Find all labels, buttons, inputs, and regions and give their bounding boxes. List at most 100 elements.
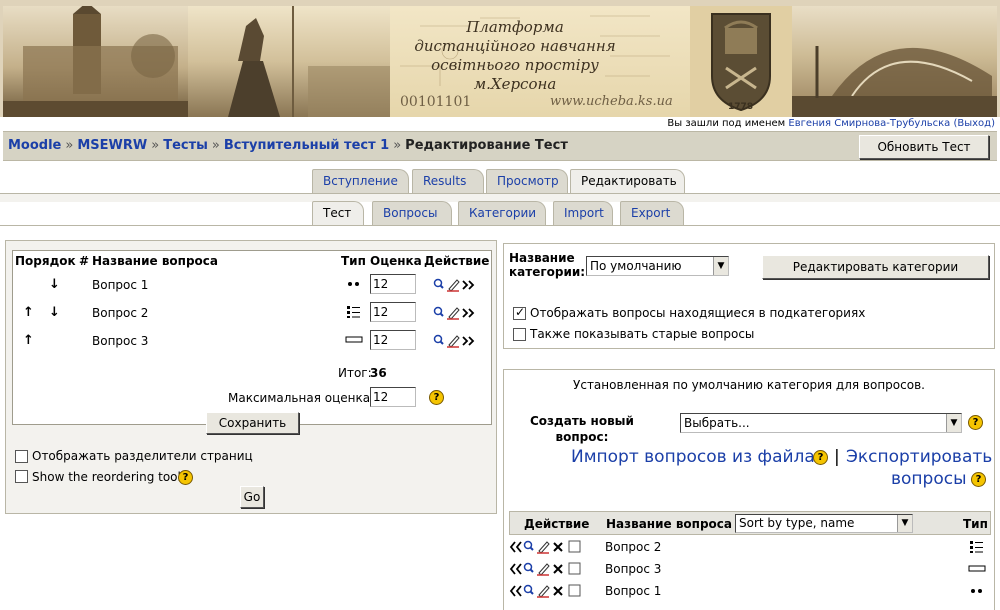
banner-photo-dome bbox=[792, 6, 997, 117]
tab-results[interactable]: Results bbox=[412, 169, 484, 193]
shortanswer-box-icon bbox=[968, 565, 986, 572]
category-select[interactable]: По умолчанию ▼ bbox=[586, 256, 729, 276]
move-right-icon[interactable] bbox=[462, 308, 475, 318]
export-questions-link[interactable]: Экспортировать bbox=[846, 447, 992, 467]
breadcrumb-quiz[interactable]: Вступительный тест 1 bbox=[224, 138, 389, 153]
create-question-label: Создать новый вопрос: bbox=[530, 414, 634, 444]
tab-preview[interactable]: Просмотр bbox=[486, 169, 568, 193]
logout-link[interactable]: (Выход) bbox=[953, 118, 995, 129]
row-action-icons bbox=[433, 334, 475, 348]
quiz-question-table: Порядок # Название вопроса Тип Оценка Де… bbox=[12, 250, 492, 434]
tab-edit[interactable]: Редактировать bbox=[570, 169, 685, 193]
breadcrumb: Moodle» MSEWRW» Тесты» Вступительный тест 1… bbox=[8, 138, 568, 153]
help-icon[interactable]: ? bbox=[178, 470, 193, 485]
move-right-icon[interactable] bbox=[462, 280, 475, 290]
header-grade: Оценка bbox=[370, 254, 422, 268]
tab-export[interactable]: Export bbox=[620, 201, 684, 225]
add-to-quiz-icon[interactable] bbox=[509, 563, 522, 575]
show-page-breaks-checkbox[interactable] bbox=[15, 450, 28, 463]
bank-header-action: Действие bbox=[524, 517, 590, 531]
create-question-select[interactable]: Выбрать... ▼ bbox=[680, 413, 962, 433]
add-to-quiz-icon[interactable] bbox=[509, 585, 522, 597]
login-prefix: Вы зашли под именем bbox=[667, 118, 786, 129]
import-questions-link[interactable]: Импорт вопросов из файла bbox=[571, 447, 815, 467]
list-icon bbox=[347, 306, 360, 318]
select-question-checkbox[interactable] bbox=[568, 584, 581, 597]
banner-url: www.ucheba.ks.ua bbox=[550, 94, 673, 109]
preview-icon[interactable] bbox=[523, 584, 534, 595]
update-quiz-button[interactable]: Обновить Тест bbox=[859, 135, 989, 159]
banner-photo-tower bbox=[3, 2, 188, 117]
grade-input[interactable] bbox=[370, 274, 416, 294]
total-value: 36 bbox=[370, 366, 387, 380]
edit-icon[interactable] bbox=[447, 335, 460, 348]
row-action-icons bbox=[509, 540, 581, 554]
tab-categories[interactable]: Категории bbox=[458, 201, 546, 225]
show-reorder-tool-checkbox[interactable] bbox=[15, 470, 28, 483]
grade-input[interactable] bbox=[370, 330, 416, 350]
user-profile-link[interactable]: Евгения Смирнова-Трубульска bbox=[788, 118, 950, 129]
save-button[interactable]: Сохранить bbox=[206, 412, 299, 434]
breadcrumb-separator: » bbox=[211, 138, 220, 153]
select-question-checkbox[interactable] bbox=[568, 540, 581, 553]
tab-import[interactable]: Import bbox=[553, 201, 613, 225]
breadcrumb-quizzes[interactable]: Тесты bbox=[163, 138, 208, 153]
move-up-icon[interactable]: ↑ bbox=[23, 333, 34, 348]
quiz-question-row: ↑ ↓ Вопрос 2 bbox=[13, 299, 491, 327]
breadcrumb-moodle[interactable]: Moodle bbox=[8, 138, 61, 153]
edit-icon[interactable] bbox=[447, 307, 460, 320]
grade-input[interactable] bbox=[370, 302, 416, 322]
preview-icon[interactable] bbox=[433, 334, 444, 345]
go-button[interactable]: Go bbox=[240, 486, 264, 508]
sort-select[interactable]: Sort by type, name ▼ bbox=[735, 514, 913, 533]
category-label: Название категории: bbox=[509, 251, 586, 279]
preview-icon[interactable] bbox=[433, 278, 444, 289]
move-up-icon[interactable]: ↑ bbox=[23, 305, 34, 320]
preview-icon[interactable] bbox=[523, 562, 534, 573]
edit-icon[interactable] bbox=[537, 563, 550, 576]
chevron-down-icon: ▼ bbox=[713, 257, 728, 275]
bank-question-name: Вопрос 3 bbox=[605, 562, 662, 576]
question-bank-header: Действие Название вопроса Sort by type, … bbox=[509, 511, 991, 535]
delete-icon[interactable] bbox=[553, 586, 563, 596]
move-down-icon[interactable]: ↓ bbox=[49, 277, 60, 292]
question-name: Вопрос 3 bbox=[92, 334, 149, 348]
add-to-quiz-icon[interactable] bbox=[509, 541, 522, 553]
bank-question-name: Вопрос 1 bbox=[605, 584, 662, 598]
show-old-questions-checkbox[interactable] bbox=[513, 328, 526, 341]
help-icon[interactable]: ? bbox=[813, 450, 828, 465]
max-grade-input[interactable] bbox=[370, 387, 416, 407]
banner-photo-monument bbox=[188, 6, 390, 117]
tab-quiz[interactable]: Тест bbox=[312, 201, 364, 225]
sort-select-value: Sort by type, name bbox=[739, 516, 855, 530]
breadcrumb-course[interactable]: MSEWRW bbox=[77, 138, 147, 153]
edit-icon[interactable] bbox=[537, 585, 550, 598]
edit-categories-button[interactable]: Редактировать категории bbox=[762, 255, 989, 279]
tab-divider bbox=[0, 225, 1000, 226]
move-down-icon[interactable]: ↓ bbox=[49, 305, 60, 320]
preview-icon[interactable] bbox=[433, 306, 444, 317]
edit-icon[interactable] bbox=[447, 279, 460, 292]
move-right-icon[interactable] bbox=[462, 336, 475, 346]
category-panel: Название категории: По умолчанию ▼ Редак… bbox=[503, 243, 995, 349]
help-icon[interactable]: ? bbox=[429, 390, 444, 405]
delete-icon[interactable] bbox=[553, 542, 563, 552]
help-icon[interactable]: ? bbox=[968, 415, 983, 430]
tab-questions[interactable]: Вопросы bbox=[372, 201, 452, 225]
delete-icon[interactable] bbox=[553, 564, 563, 574]
select-question-checkbox[interactable] bbox=[568, 562, 581, 575]
row-action-icons bbox=[509, 562, 581, 576]
multichoice-dots-icon bbox=[348, 282, 359, 286]
bank-header-name: Название вопроса bbox=[606, 517, 732, 531]
show-subcategories-checkbox[interactable] bbox=[513, 305, 526, 320]
preview-icon[interactable] bbox=[523, 540, 534, 551]
tab-info[interactable]: Вступление bbox=[312, 169, 409, 193]
site-banner: Платформа дистанційного навчання освітнь… bbox=[0, 0, 1000, 118]
edit-icon[interactable] bbox=[537, 541, 550, 554]
question-bank-row: Вопрос 1 bbox=[509, 580, 991, 602]
export-questions-link[interactable]: вопросы bbox=[891, 469, 967, 489]
question-bank-row: Вопрос 2 bbox=[509, 536, 991, 558]
quiz-questions-panel: Порядок # Название вопроса Тип Оценка Де… bbox=[5, 240, 497, 514]
header-type: Тип bbox=[341, 254, 366, 268]
help-icon[interactable]: ? bbox=[971, 472, 986, 487]
